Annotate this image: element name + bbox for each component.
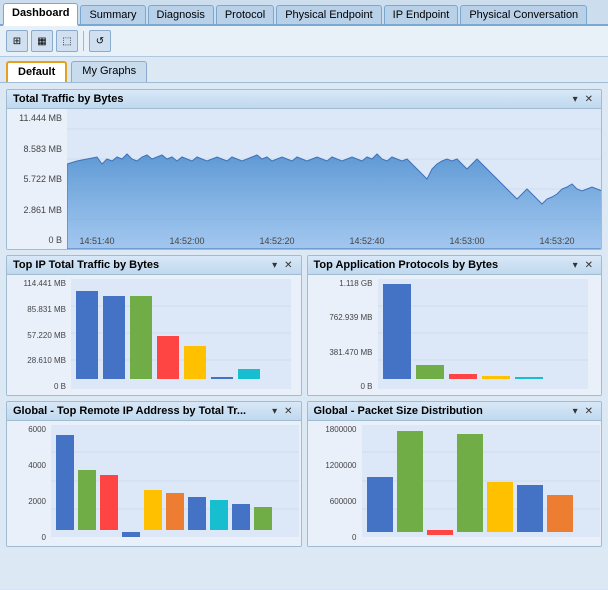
total-traffic-y-axis: 11.444 MB 8.583 MB 5.722 MB 2.861 MB 0 B: [7, 109, 65, 249]
packet-size-panel: Global - Packet Size Distribution ▾ ✕ 18…: [307, 401, 603, 547]
y-label-3: 2.861 MB: [7, 205, 65, 215]
top-remote-ip-controls: ▾ ✕: [270, 406, 294, 417]
packet-size-close[interactable]: ✕: [583, 406, 595, 417]
chart-icon: ⬚: [62, 36, 71, 47]
total-traffic-close[interactable]: ✕: [583, 94, 595, 105]
y-label-4: 0 B: [7, 235, 65, 245]
total-traffic-minimize[interactable]: ▾: [571, 94, 580, 105]
columns-icon: ▦: [37, 36, 46, 47]
columns-view-button[interactable]: ▦: [31, 30, 53, 52]
svg-text:14:53:20: 14:53:20: [539, 236, 574, 246]
view-tab-default[interactable]: Default: [6, 61, 67, 82]
tab-diagnosis[interactable]: Diagnosis: [148, 5, 214, 24]
top-app-close[interactable]: ✕: [583, 260, 595, 271]
top-remote-ip-body: 6000 4000 2000 0: [7, 421, 301, 546]
total-traffic-header: Total Traffic by Bytes ▾ ✕: [7, 90, 601, 109]
total-traffic-controls: ▾ ✕: [571, 94, 595, 105]
toolbar-separator: [83, 31, 84, 51]
svg-text:14:52:00: 14:52:00: [169, 236, 204, 246]
svg-text:14:53:00: 14:53:00: [449, 236, 484, 246]
top-ip-title: Top IP Total Traffic by Bytes: [13, 259, 159, 271]
packet-size-svg: [362, 425, 600, 537]
top-ip-close[interactable]: ✕: [282, 260, 294, 271]
grid-view-button[interactable]: ⊞: [6, 30, 28, 52]
packet-size-body: 1800000 1200000 600000 0: [308, 421, 602, 546]
packet-size-header: Global - Packet Size Distribution ▾ ✕: [308, 402, 602, 421]
total-traffic-body: 11.444 MB 8.583 MB 5.722 MB 2.861 MB 0 B: [7, 109, 601, 249]
tab-bar: Dashboard Summary Diagnosis Protocol Phy…: [0, 0, 608, 26]
packet-size-title: Global - Packet Size Distribution: [314, 405, 483, 417]
top-ip-panel: Top IP Total Traffic by Bytes ▾ ✕ 114.44…: [6, 255, 302, 396]
top-remote-ip-title: Global - Top Remote IP Address by Total …: [13, 405, 246, 417]
main-content: Total Traffic by Bytes ▾ ✕ 11.444 MB 8.5…: [0, 83, 608, 589]
view-tab-my-graphs[interactable]: My Graphs: [71, 61, 147, 82]
top-app-title: Top Application Protocols by Bytes: [314, 259, 499, 271]
top-remote-ip-header: Global - Top Remote IP Address by Total …: [7, 402, 301, 421]
svg-text:14:52:20: 14:52:20: [259, 236, 294, 246]
packet-size-y-axis: 1800000 1200000 600000 0: [308, 421, 360, 546]
top-remote-ip-close[interactable]: ✕: [282, 406, 294, 417]
svg-text:14:51:40: 14:51:40: [79, 236, 114, 246]
top-app-panel: Top Application Protocols by Bytes ▾ ✕ 1…: [307, 255, 603, 396]
top-ip-y-axis: 114.441 MB 85.831 MB 57.220 MB 28.610 MB…: [7, 275, 69, 395]
top-app-body: 1.118 GB 762.939 MB 381.470 MB 0 B: [308, 275, 602, 395]
tab-dashboard[interactable]: Dashboard: [3, 3, 78, 26]
top-ip-svg: [71, 279, 291, 389]
y-label-0: 11.444 MB: [7, 113, 65, 123]
top-ip-minimize[interactable]: ▾: [270, 260, 279, 271]
refresh-icon: ↺: [96, 36, 104, 47]
grid-icon: ⊞: [13, 36, 21, 47]
top-app-y-axis: 1.118 GB 762.939 MB 381.470 MB 0 B: [308, 275, 376, 395]
toolbar: ⊞ ▦ ⬚ ↺: [0, 26, 608, 57]
top-remote-ip-y-axis: 6000 4000 2000 0: [7, 421, 49, 546]
packet-size-minimize[interactable]: ▾: [571, 406, 580, 417]
top-remote-ip-minimize[interactable]: ▾: [270, 406, 279, 417]
tab-summary[interactable]: Summary: [80, 5, 145, 24]
total-traffic-panel: Total Traffic by Bytes ▾ ✕ 11.444 MB 8.5…: [6, 89, 602, 250]
tab-physical-conversation[interactable]: Physical Conversation: [460, 5, 587, 24]
top-app-controls: ▾ ✕: [571, 260, 595, 271]
top-ip-controls: ▾ ✕: [270, 260, 294, 271]
svg-text:14:52:40: 14:52:40: [349, 236, 384, 246]
refresh-button[interactable]: ↺: [89, 30, 111, 52]
top-ip-body: 114.441 MB 85.831 MB 57.220 MB 28.610 MB…: [7, 275, 301, 395]
top-remote-ip-svg: [51, 425, 299, 537]
top-app-svg: [378, 279, 588, 389]
total-traffic-title: Total Traffic by Bytes: [13, 93, 123, 105]
top-app-header: Top Application Protocols by Bytes ▾ ✕: [308, 256, 602, 275]
row-2: Top IP Total Traffic by Bytes ▾ ✕ 114.44…: [6, 255, 602, 396]
top-remote-ip-panel: Global - Top Remote IP Address by Total …: [6, 401, 302, 547]
y-label-2: 5.722 MB: [7, 174, 65, 184]
row-3: Global - Top Remote IP Address by Total …: [6, 401, 602, 547]
chart-view-button[interactable]: ⬚: [56, 30, 78, 52]
tab-protocol[interactable]: Protocol: [216, 5, 274, 24]
tab-physical-endpoint[interactable]: Physical Endpoint: [276, 5, 381, 24]
tab-ip-endpoint[interactable]: IP Endpoint: [384, 5, 459, 24]
y-label-1: 8.583 MB: [7, 144, 65, 154]
view-tabs: Default My Graphs: [0, 57, 608, 83]
top-ip-header: Top IP Total Traffic by Bytes ▾ ✕: [7, 256, 301, 275]
packet-size-controls: ▾ ✕: [571, 406, 595, 417]
top-app-minimize[interactable]: ▾: [571, 260, 580, 271]
total-traffic-svg: 14:51:40 14:52:00 14:52:20 14:52:40 14:5…: [67, 109, 601, 249]
